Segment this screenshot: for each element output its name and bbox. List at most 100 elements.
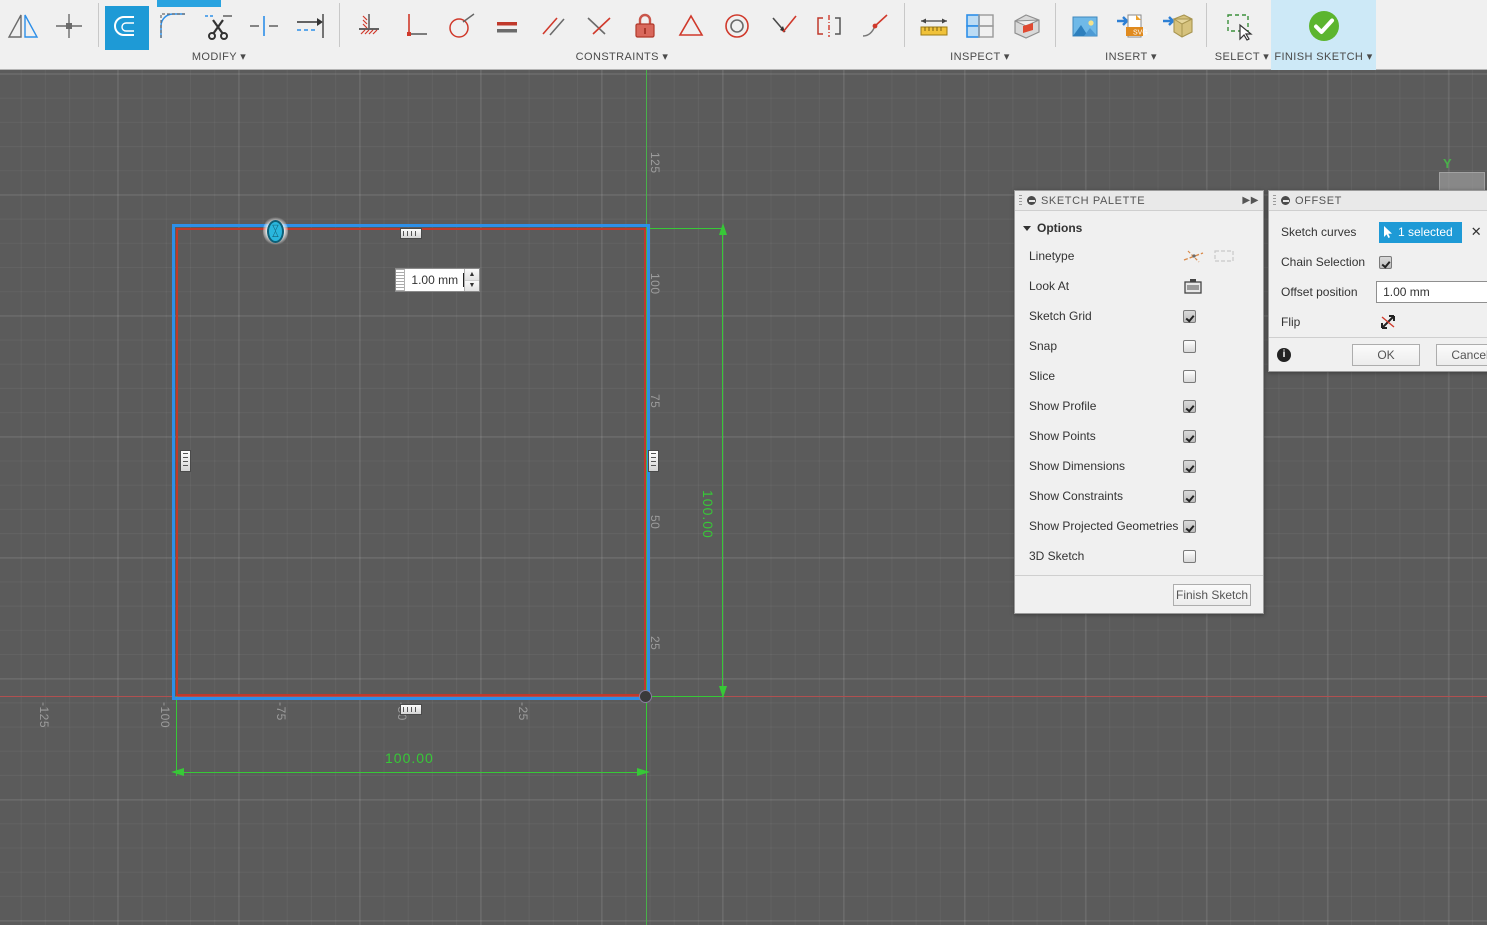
panel-drag-grip[interactable] bbox=[1273, 195, 1276, 207]
finish-sketch-check-icon[interactable] bbox=[1271, 3, 1376, 49]
parallel-icon[interactable] bbox=[530, 3, 576, 49]
collapse-panel-icon[interactable]: ▶▶ bbox=[1242, 195, 1259, 206]
lock-constraint-icon[interactable] bbox=[622, 3, 668, 49]
flip-direction-icon[interactable] bbox=[1379, 313, 1397, 331]
stepper-up-icon[interactable]: ▲ bbox=[465, 269, 479, 281]
options-section-header[interactable]: Options bbox=[1015, 217, 1263, 241]
vertical-constraint-glyph-left[interactable] bbox=[180, 450, 191, 472]
chevron-down-icon[interactable]: ▾ bbox=[1004, 51, 1010, 63]
fillet-icon[interactable] bbox=[149, 3, 195, 49]
show-constraints-checkbox[interactable] bbox=[1183, 490, 1196, 503]
show-dimensions-checkbox[interactable] bbox=[1183, 460, 1196, 473]
toolbar-group-finish-sketch[interactable]: FINISH SKETCH ▾ bbox=[1271, 0, 1376, 70]
inline-dimension-input[interactable]: 1.00 mm ▲ ▼ bbox=[395, 268, 480, 292]
centerline-icon[interactable] bbox=[1213, 248, 1235, 264]
offset-dialog-title: OFFSET bbox=[1295, 195, 1342, 207]
break-icon[interactable] bbox=[241, 3, 287, 49]
curvature-icon[interactable] bbox=[852, 3, 898, 49]
sketch-palette-header[interactable]: SKETCH PALETTE ▶▶ bbox=[1015, 191, 1263, 211]
chevron-down-icon[interactable]: ▾ bbox=[240, 51, 246, 63]
offset-preview-rectangle[interactable] bbox=[172, 224, 650, 700]
coincident-icon[interactable] bbox=[576, 3, 622, 49]
chevron-down-icon[interactable]: ▾ bbox=[1151, 51, 1157, 63]
drag-grip-handle[interactable] bbox=[396, 269, 405, 291]
info-icon[interactable]: i bbox=[1277, 348, 1291, 362]
insert-svg-icon[interactable]: SVG bbox=[1108, 3, 1154, 49]
look-at-control[interactable] bbox=[1183, 277, 1263, 295]
palette-row-look-at[interactable]: Look At bbox=[1015, 271, 1263, 301]
offset-icon[interactable] bbox=[105, 6, 149, 50]
horizontal-constraint-glyph-top[interactable] bbox=[400, 228, 422, 239]
show-points-checkbox[interactable] bbox=[1183, 430, 1196, 443]
offset-dialog-header[interactable]: OFFSET bbox=[1269, 191, 1487, 211]
linetype-controls[interactable] bbox=[1183, 248, 1263, 264]
look-at-camera-icon[interactable] bbox=[1183, 277, 1203, 295]
minimize-icon[interactable] bbox=[1281, 196, 1290, 205]
section-analysis-icon[interactable] bbox=[957, 3, 1003, 49]
perpendicular-icon[interactable] bbox=[392, 3, 438, 49]
insert-label-text: INSERT bbox=[1105, 51, 1147, 63]
ok-button[interactable]: OK bbox=[1352, 344, 1420, 366]
chain-selection-checkbox[interactable] bbox=[1379, 256, 1392, 269]
finish-sketch-button[interactable]: Finish Sketch bbox=[1173, 584, 1251, 606]
snap-checkbox[interactable] bbox=[1183, 340, 1196, 353]
palette-row-3d-sketch[interactable]: 3D Sketch bbox=[1015, 541, 1263, 571]
3d-sketch-checkbox[interactable] bbox=[1183, 550, 1196, 563]
sketch-palette-panel[interactable]: SKETCH PALETTE ▶▶ Options Linetype Look … bbox=[1014, 190, 1264, 614]
construction-line-icon[interactable] bbox=[1183, 248, 1205, 264]
chevron-down-icon[interactable] bbox=[1023, 226, 1031, 231]
insert-mcmaster-icon[interactable] bbox=[1154, 3, 1200, 49]
trim-scissors-icon[interactable] bbox=[195, 3, 241, 49]
show-projected-geometries-checkbox[interactable] bbox=[1183, 520, 1196, 533]
palette-row-show-constraints[interactable]: Show Constraints bbox=[1015, 481, 1263, 511]
slice-checkbox[interactable] bbox=[1183, 370, 1196, 383]
offset-dialog[interactable]: OFFSET Sketch curves 1 selected ✕ Chain … bbox=[1268, 190, 1487, 372]
mirror-icon[interactable] bbox=[0, 3, 46, 49]
inline-dimension-stepper[interactable]: ▲ ▼ bbox=[464, 269, 479, 291]
cancel-button[interactable]: Cancel bbox=[1436, 344, 1487, 366]
triangle-constraint-icon[interactable] bbox=[668, 3, 714, 49]
select-window-icon[interactable] bbox=[1213, 3, 1271, 49]
dimension-label-horizontal[interactable]: 100.00 bbox=[385, 750, 434, 766]
offset-position-input[interactable]: 1.00 mm ▲ ▼ bbox=[1376, 281, 1487, 303]
inline-dimension-value[interactable]: 1.00 mm bbox=[405, 273, 462, 287]
selected-point-badge[interactable]: ▽ △ bbox=[263, 216, 288, 246]
clear-selection-icon[interactable]: ✕ bbox=[1471, 224, 1482, 240]
tangent-circle-icon[interactable] bbox=[438, 3, 484, 49]
offset-position-value[interactable]: 1.00 mm bbox=[1377, 285, 1487, 299]
palette-row-show-profile[interactable]: Show Profile bbox=[1015, 391, 1263, 421]
horizontal-constraint-glyph-bottom[interactable] bbox=[400, 704, 422, 715]
collinear-icon[interactable] bbox=[760, 3, 806, 49]
vertical-constraint-glyph-right[interactable] bbox=[648, 450, 659, 472]
options-section-label: Options bbox=[1037, 221, 1082, 235]
palette-row-snap[interactable]: Snap bbox=[1015, 331, 1263, 361]
dimension-label-vertical[interactable]: 100.00 bbox=[700, 490, 716, 539]
constraints-group-label: CONSTRAINTS ▾ bbox=[576, 50, 669, 63]
chevron-down-icon[interactable]: ▾ bbox=[1367, 51, 1373, 63]
sketch-dimension-icon[interactable] bbox=[46, 3, 92, 49]
offset-row-chain-selection: Chain Selection bbox=[1269, 247, 1487, 277]
sketch-curves-selection-button[interactable]: 1 selected bbox=[1379, 222, 1462, 243]
palette-row-show-dimensions[interactable]: Show Dimensions bbox=[1015, 451, 1263, 481]
fix-ground-icon[interactable] bbox=[346, 3, 392, 49]
sketch-origin-point[interactable] bbox=[639, 690, 652, 703]
interference-icon[interactable] bbox=[1003, 3, 1049, 49]
palette-row-show-points[interactable]: Show Points bbox=[1015, 421, 1263, 451]
concentric-icon[interactable] bbox=[714, 3, 760, 49]
palette-row-show-projected-geometries[interactable]: Show Projected Geometries bbox=[1015, 511, 1263, 541]
insert-image-icon[interactable] bbox=[1062, 3, 1108, 49]
show-profile-checkbox[interactable] bbox=[1183, 400, 1196, 413]
equal-icon[interactable] bbox=[484, 3, 530, 49]
sketch-grid-checkbox[interactable] bbox=[1183, 310, 1196, 323]
measure-ruler-icon[interactable] bbox=[911, 3, 957, 49]
stepper-down-icon[interactable]: ▼ bbox=[465, 281, 479, 292]
palette-row-slice[interactable]: Slice bbox=[1015, 361, 1263, 391]
palette-row-linetype[interactable]: Linetype bbox=[1015, 241, 1263, 271]
extend-icon[interactable] bbox=[287, 3, 333, 49]
minimize-icon[interactable] bbox=[1027, 196, 1036, 205]
symmetry-bracket-icon[interactable] bbox=[806, 3, 852, 49]
chevron-down-icon[interactable]: ▾ bbox=[662, 51, 668, 63]
chevron-down-icon[interactable]: ▾ bbox=[1263, 51, 1269, 63]
palette-row-sketch-grid[interactable]: Sketch Grid bbox=[1015, 301, 1263, 331]
panel-drag-grip[interactable] bbox=[1019, 195, 1022, 207]
